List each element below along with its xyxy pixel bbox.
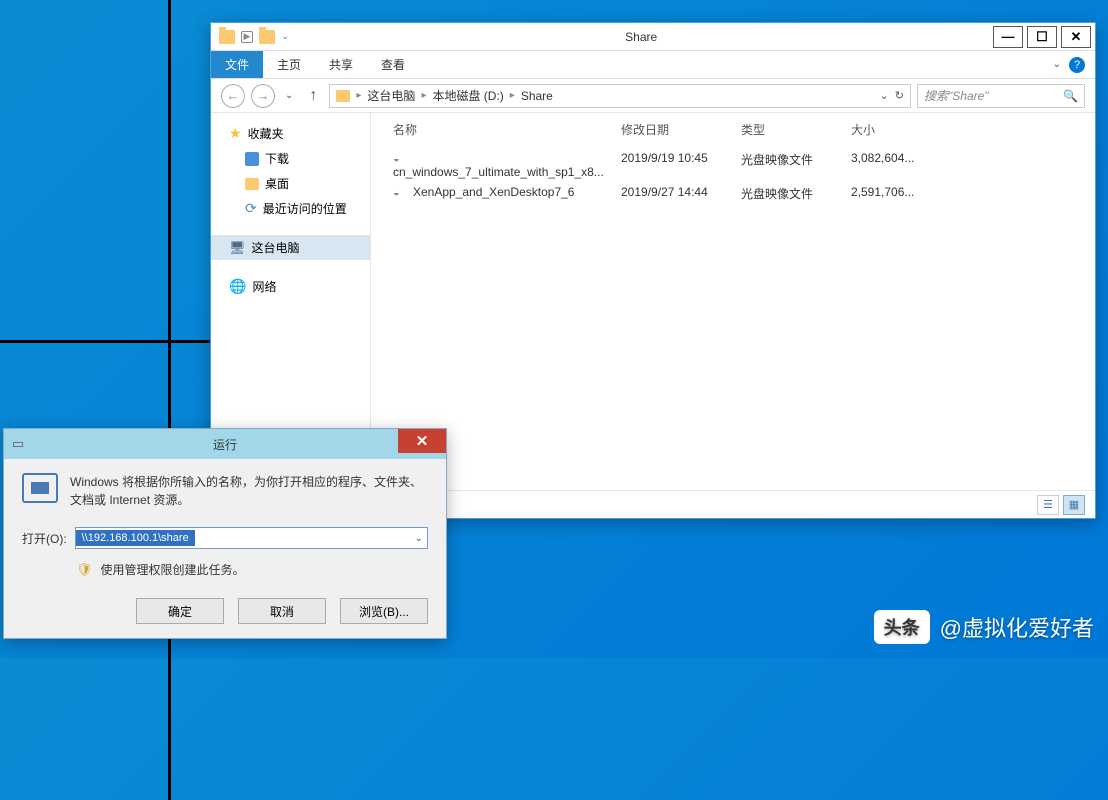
disc-icon: ◒ xyxy=(393,187,407,199)
crumb-drive[interactable]: 本地磁盘 (D:) xyxy=(432,87,503,104)
icons-view-button[interactable]: ▦ xyxy=(1063,495,1085,515)
window-title: Share xyxy=(625,30,657,44)
qa-dropdown[interactable]: ⌄ xyxy=(281,31,289,42)
dropdown-icon[interactable]: ⌄ xyxy=(415,533,423,544)
tab-file[interactable]: 文件 xyxy=(211,51,263,78)
folder-icon xyxy=(336,90,350,102)
help-icon[interactable]: ? xyxy=(1069,57,1085,73)
ribbon: 文件 主页 共享 查看 ⌄ ? xyxy=(211,51,1095,79)
col-name[interactable]: 名称 xyxy=(381,121,621,138)
ok-button[interactable]: 确定 xyxy=(136,598,224,624)
chevron-right-icon[interactable]: ▸ xyxy=(417,90,430,101)
watermark-text: @虚拟化爱好者 xyxy=(940,611,1094,643)
admin-note: 使用管理权限创建此任务。 xyxy=(101,561,245,578)
run-title-icon: ▭ xyxy=(12,436,24,452)
tab-home[interactable]: 主页 xyxy=(263,51,315,78)
maximize-button[interactable]: ☐ xyxy=(1027,26,1057,48)
tab-share[interactable]: 共享 xyxy=(315,51,367,78)
refresh-icon[interactable]: ↻ xyxy=(895,89,904,102)
col-date[interactable]: 修改日期 xyxy=(621,121,741,138)
desktop-icon xyxy=(245,178,259,190)
search-input[interactable]: 搜索"Share" 🔍 xyxy=(917,84,1085,108)
breadcrumb[interactable]: ▸ 这台电脑 ▸ 本地磁盘 (D:) ▸ Share ⌄ ↻ xyxy=(329,84,911,108)
close-button[interactable]: ✕ xyxy=(1061,26,1091,48)
run-close-button[interactable]: ✕ xyxy=(398,429,446,453)
forward-button[interactable]: → xyxy=(251,84,275,108)
sidebar-this-pc[interactable]: 🖥这台电脑 xyxy=(211,235,370,260)
watermark-logo: 头条 xyxy=(874,610,930,644)
sidebar-recent[interactable]: ⟳最近访问的位置 xyxy=(211,196,370,221)
folder-icon xyxy=(219,30,235,44)
run-title-text: 运行 xyxy=(213,436,237,453)
dropdown-icon[interactable]: ⌄ xyxy=(880,89,889,102)
sidebar-downloads[interactable]: 下载 xyxy=(211,146,370,171)
chevron-right-icon[interactable]: ▸ xyxy=(352,90,365,101)
run-description: Windows 将根据你所输入的名称，为你打开相应的程序、文件夹、文档或 Int… xyxy=(70,473,428,509)
pc-icon: 🖥 xyxy=(229,240,246,256)
watermark: 头条 @虚拟化爱好者 xyxy=(874,610,1094,644)
column-headers: 名称 修改日期 类型 大小 xyxy=(381,117,1085,148)
up-button[interactable]: ↑ xyxy=(303,86,323,106)
recent-icon: ⟳ xyxy=(245,200,257,217)
file-list: 名称 修改日期 类型 大小 ◒cn_windows_7_ultimate_wit… xyxy=(371,113,1095,490)
open-label: 打开(O): xyxy=(22,530,67,547)
globe-icon: 🌐 xyxy=(229,278,246,295)
download-icon xyxy=(245,152,259,166)
chevron-right-icon[interactable]: ▸ xyxy=(506,90,519,101)
search-placeholder: 搜索"Share" xyxy=(924,87,989,104)
back-button[interactable]: ← xyxy=(221,84,245,108)
qa-icon[interactable]: ▶ xyxy=(241,31,253,43)
shield-icon: 🛡 xyxy=(76,562,93,578)
file-row[interactable]: ◒XenApp_and_XenDesktop7_6 2019/9/27 14:4… xyxy=(381,182,1085,205)
run-input-value: \\192.168.100.1\share xyxy=(76,530,195,546)
crumb-pc[interactable]: 这台电脑 xyxy=(367,87,415,104)
tab-view[interactable]: 查看 xyxy=(367,51,419,78)
browse-button[interactable]: 浏览(B)... xyxy=(340,598,428,624)
cancel-button[interactable]: 取消 xyxy=(238,598,326,624)
sidebar-desktop[interactable]: 桌面 xyxy=(211,171,370,196)
search-icon[interactable]: 🔍 xyxy=(1063,89,1078,103)
col-size[interactable]: 大小 xyxy=(851,121,951,138)
run-dialog: ▭ 运行 ✕ Windows 将根据你所输入的名称，为你打开相应的程序、文件夹、… xyxy=(3,428,447,639)
run-app-icon xyxy=(22,473,58,503)
ribbon-collapse-icon[interactable]: ⌄ xyxy=(1053,59,1061,70)
run-input[interactable]: \\192.168.100.1\share ⌄ xyxy=(75,527,428,549)
col-type[interactable]: 类型 xyxy=(741,121,851,138)
history-dropdown-icon[interactable]: ⌄ xyxy=(281,90,297,101)
star-icon: ★ xyxy=(229,125,242,142)
sidebar-favorites[interactable]: ★收藏夹 xyxy=(211,121,370,146)
nav-row: ← → ⌄ ↑ ▸ 这台电脑 ▸ 本地磁盘 (D:) ▸ Share ⌄ ↻ 搜… xyxy=(211,79,1095,113)
run-titlebar[interactable]: ▭ 运行 ✕ xyxy=(4,429,446,459)
minimize-button[interactable]: — xyxy=(993,26,1023,48)
sidebar-network[interactable]: 🌐网络 xyxy=(211,274,370,299)
disc-icon: ◒ xyxy=(393,153,407,165)
file-row[interactable]: ◒cn_windows_7_ultimate_with_sp1_x8... 20… xyxy=(381,148,1085,182)
crumb-folder[interactable]: Share xyxy=(521,89,553,103)
titlebar[interactable]: ▶ ⌄ Share — ☐ ✕ xyxy=(211,23,1095,51)
folder-icon-2 xyxy=(259,30,275,44)
details-view-button[interactable]: ☰ xyxy=(1037,495,1059,515)
